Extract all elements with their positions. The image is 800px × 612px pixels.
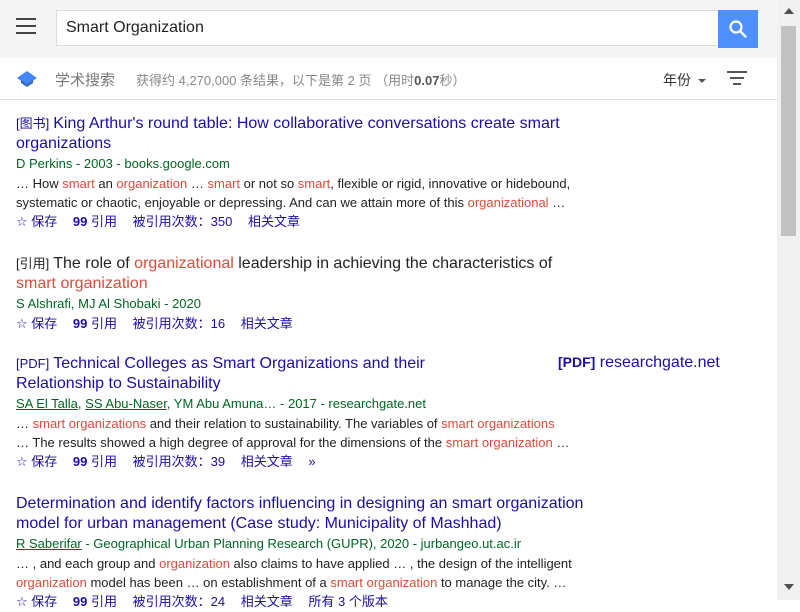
result-meta: D Perkins - 2003 - books.google.com — [16, 156, 230, 171]
search-icon — [729, 20, 747, 38]
result-snippet: … , and each group and organization also… — [16, 556, 572, 590]
search-result: Determination and identify factors influ… — [16, 494, 626, 612]
scholar-logo-icon[interactable] — [16, 68, 38, 90]
search-result: [PDF] Technical Colleges as Smart Organiz… — [16, 354, 756, 472]
cited-by-link[interactable]: 被引用次数：24 — [133, 594, 225, 609]
search-result: [图书] King Arthur's round table: How colla… — [16, 114, 616, 232]
save-button[interactable]: ☆ 保存 — [16, 594, 57, 609]
result-snippet: … How smart an organization … smart or n… — [16, 176, 571, 210]
more-chevron-icon[interactable]: » — [308, 454, 315, 469]
scroll-down-arrow-icon[interactable] — [784, 584, 794, 590]
result-snippet: … smart organizations and their relation… — [16, 416, 570, 450]
cited-by-link[interactable]: 被引用次数：39 — [133, 454, 225, 469]
year-filter-dropdown[interactable]: 年份 — [663, 70, 706, 90]
result-actions: ☆ 保存 99 引用 被引用次数：16 相关文章 — [16, 314, 616, 334]
author-link[interactable]: SS Abu-Naser — [85, 396, 167, 411]
menu-icon[interactable] — [16, 18, 38, 40]
result-title: [引用] The role of organizational leadershi… — [16, 255, 553, 292]
author-link[interactable]: SA El Talla — [16, 396, 78, 411]
cite-button[interactable]: 99 引用 — [73, 454, 117, 469]
result-meta: S Alshrafi, MJ Al Shobaki - 2020 — [16, 296, 201, 311]
pdf-side-link[interactable]: [PDF] researchgate.net — [558, 354, 720, 372]
related-articles-link[interactable]: 相关文章 — [241, 316, 293, 331]
top-bar — [0, 0, 777, 58]
search-input[interactable] — [57, 11, 718, 45]
scroll-up-arrow-icon[interactable] — [784, 8, 794, 14]
result-actions: ☆ 保存 99 引用 被引用次数：39 相关文章 » — [16, 452, 756, 472]
search-button[interactable] — [718, 10, 758, 48]
result-title[interactable]: [PDF] Technical Colleges as Smart Organiz… — [16, 354, 616, 394]
cite-button[interactable]: 99 引用 — [73, 316, 117, 331]
vertical-scrollbar[interactable] — [777, 0, 800, 600]
save-button[interactable]: ☆ 保存 — [16, 316, 57, 331]
cited-by-link[interactable]: 被引用次数：350 — [133, 214, 233, 229]
related-articles-link[interactable]: 相关文章 — [248, 214, 300, 229]
result-actions: ☆ 保存 99 引用 被引用次数：24 相关文章 所有 3 个版本 — [16, 592, 626, 612]
result-stats: 获得约 4,270,000 条结果，以下是第 2 页 （用时0.07秒） — [136, 73, 466, 88]
related-articles-link[interactable]: 相关文章 — [241, 594, 293, 609]
cite-button[interactable]: 99 引用 — [73, 214, 117, 229]
result-title[interactable]: [图书] King Arthur's round table: How colla… — [16, 114, 616, 154]
result-meta: SA El Talla, SS Abu-Naser, YM Abu Amuna…… — [16, 396, 426, 411]
caret-down-icon — [698, 79, 706, 84]
scroll-thumb[interactable] — [781, 26, 796, 236]
filter-icon[interactable] — [726, 71, 748, 87]
save-button[interactable]: ☆ 保存 — [16, 214, 57, 229]
scholar-label[interactable]: 学术搜索 — [55, 69, 115, 90]
cited-by-link[interactable]: 被引用次数：16 — [133, 316, 225, 331]
result-title[interactable]: Determination and identify factors influ… — [16, 494, 626, 534]
author-link[interactable]: R Saberifar — [16, 536, 82, 551]
search-result: [引用] The role of organizational leadershi… — [16, 254, 616, 334]
all-versions-link[interactable]: 所有 3 个版本 — [308, 594, 387, 609]
result-actions: ☆ 保存 99 引用 被引用次数：350 相关文章 — [16, 212, 616, 232]
scholar-subbar: 学术搜索 获得约 4,270,000 条结果，以下是第 2 页 （用时0.07秒… — [0, 58, 777, 100]
cite-button[interactable]: 99 引用 — [73, 594, 117, 609]
save-button[interactable]: ☆ 保存 — [16, 454, 57, 469]
related-articles-link[interactable]: 相关文章 — [241, 454, 293, 469]
search-box — [56, 10, 718, 46]
result-meta: R Saberifar - Geographical Urban Plannin… — [16, 536, 522, 551]
